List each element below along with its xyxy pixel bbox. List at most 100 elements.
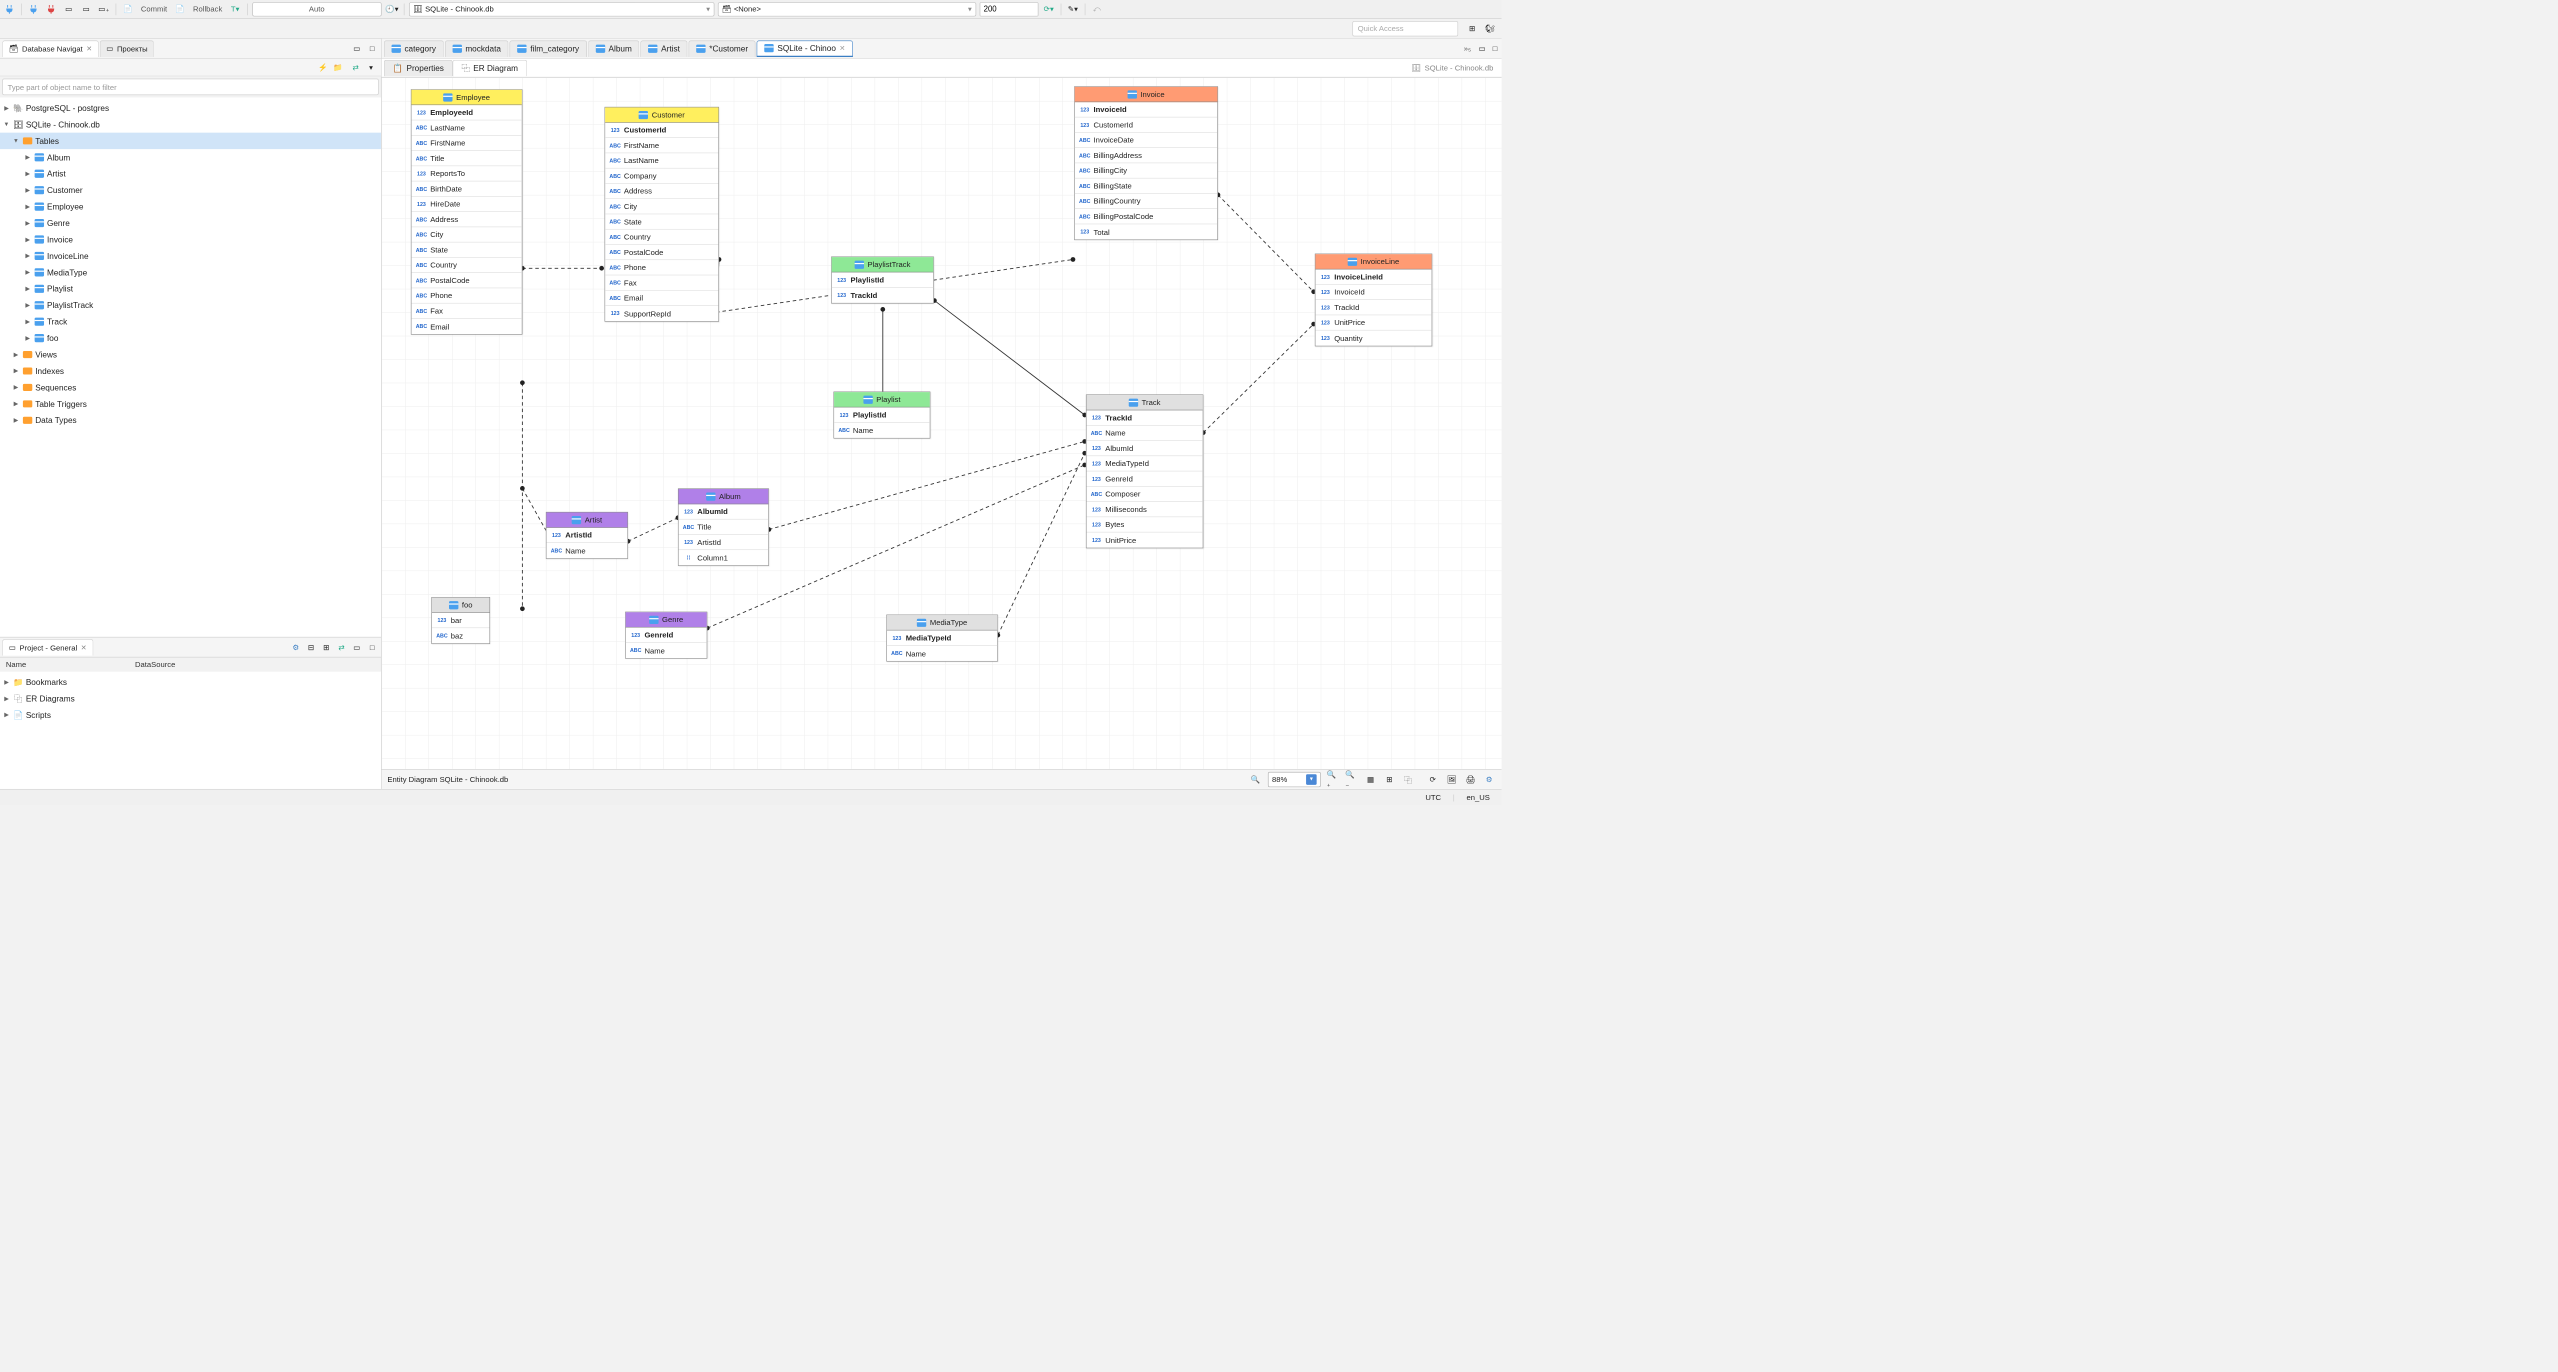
entity-mediatype[interactable]: MediaType123MediaTypeIdABCName xyxy=(886,615,998,662)
search-icon[interactable]: 🔍 xyxy=(1249,773,1262,786)
column-playlistid[interactable]: 123PlaylistId xyxy=(834,407,930,422)
column-invoiceid[interactable]: 123InvoiceId xyxy=(1315,285,1431,300)
column-mediatypeid[interactable]: 123MediaTypeId xyxy=(1087,456,1203,471)
column-artistid[interactable]: 123ArtistId xyxy=(679,535,769,550)
entity-header[interactable]: Album xyxy=(679,489,769,504)
er-canvas[interactable]: Employee123EmployeeIdABCLastNameABCFirst… xyxy=(382,77,1502,768)
tree-filter-input[interactable]: Type part of object name to filter xyxy=(2,79,378,95)
sql-editor-recent-icon[interactable]: ▭₊ xyxy=(97,2,111,16)
entity-foo[interactable]: foo123barABCbaz xyxy=(431,597,490,644)
column-title[interactable]: ABCTitle xyxy=(411,151,521,166)
column-phone[interactable]: ABCPhone xyxy=(605,260,718,275)
tree-node-table-customer[interactable]: ▶Customer xyxy=(0,182,381,198)
entity-header[interactable]: Employee xyxy=(411,90,521,105)
entity-invoice[interactable]: Invoice123InvoiceId123CustomerIdABCInvoi… xyxy=(1074,86,1218,240)
column-genreid[interactable]: 123GenreId xyxy=(1087,471,1203,486)
maximize-icon[interactable]: □ xyxy=(1489,42,1502,55)
result-limit-input[interactable] xyxy=(979,2,1038,16)
tab-project-general[interactable]: ▭ Project - General ✕ xyxy=(2,639,93,655)
column-albumid[interactable]: 123AlbumId xyxy=(1087,441,1203,456)
column-column1[interactable]: ⁞⁞Column1 xyxy=(679,550,769,565)
entity-invoiceline[interactable]: InvoiceLine123InvoiceLineId123InvoiceId1… xyxy=(1315,254,1432,347)
column-name[interactable]: ABCName xyxy=(834,423,930,438)
column-country[interactable]: ABCCountry xyxy=(605,230,718,245)
minimize-icon[interactable]: ▭ xyxy=(350,641,363,654)
tree-node-table-playlist[interactable]: ▶Playlist xyxy=(0,281,381,297)
entity-header[interactable]: PlaylistTrack xyxy=(832,257,934,272)
column-address[interactable]: ABCAddress xyxy=(411,212,521,227)
column-city[interactable]: ABCCity xyxy=(605,199,718,214)
subtab-properties[interactable]: 📋Properties xyxy=(384,60,453,76)
revert-icon[interactable]: ⤺ xyxy=(1090,2,1104,16)
dbeaver-perspective-icon[interactable]: 🐿 xyxy=(1483,21,1497,35)
tree-node-table-track[interactable]: ▶Track xyxy=(0,313,381,329)
column-state[interactable]: ABCState xyxy=(411,242,521,257)
timezone-label[interactable]: UTC xyxy=(1425,793,1441,802)
column-unitprice[interactable]: 123UnitPrice xyxy=(1087,532,1203,547)
editor-tab-album[interactable]: Album xyxy=(588,40,639,56)
entity-header[interactable]: Playlist xyxy=(834,392,930,407)
column-city[interactable]: ABCCity xyxy=(411,227,521,242)
tree-node-table-artist[interactable]: ▶Artist xyxy=(0,166,381,182)
column-supportrepid[interactable]: 123SupportRepId xyxy=(605,306,718,321)
tree-node-table-mediatype[interactable]: ▶MediaType xyxy=(0,264,381,280)
link-icon[interactable]: ⇄ xyxy=(335,641,348,654)
column-albumid[interactable]: 123AlbumId xyxy=(679,504,769,519)
close-icon[interactable]: ✕ xyxy=(86,45,92,53)
entity-customer[interactable]: Customer123CustomerIdABCFirstNameABCLast… xyxy=(605,107,719,322)
minimize-icon[interactable]: ▭ xyxy=(1476,42,1489,55)
column-name[interactable]: ABCName xyxy=(1087,426,1203,441)
tree-node-sequences[interactable]: ▶Sequences xyxy=(0,379,381,395)
quick-access-input[interactable]: Quick Access xyxy=(1352,21,1458,36)
entity-header[interactable]: Invoice xyxy=(1075,87,1218,102)
entity-album[interactable]: Album123AlbumIdABCTitle123ArtistId⁞⁞Colu… xyxy=(678,488,769,565)
history-icon[interactable]: 🕘▾ xyxy=(385,2,399,16)
column-trackid[interactable]: 123TrackId xyxy=(832,288,934,303)
column-mediatypeid[interactable]: 123MediaTypeId xyxy=(887,630,997,645)
zoom-out-icon[interactable]: 🔍₋ xyxy=(1345,773,1358,786)
column-billingpostalcode[interactable]: ABCBillingPostalCode xyxy=(1075,209,1218,224)
collapse-icon[interactable]: ⊟ xyxy=(305,641,318,654)
tree-node-sqlite[interactable]: ▼🗄SQLite - Chinook.db xyxy=(0,116,381,132)
editor-tab-sqlitechinoo[interactable]: SQLite - Chinoo✕ xyxy=(757,40,853,56)
sql-editor-icon[interactable]: ▭ xyxy=(62,2,76,16)
entity-track[interactable]: Track123TrackIdABCName123AlbumId123Media… xyxy=(1086,394,1203,548)
column-bar[interactable]: 123bar xyxy=(432,613,490,628)
export-icon[interactable]: 🖼 xyxy=(1445,773,1458,786)
tree-node-table-album[interactable]: ▶Album xyxy=(0,149,381,165)
tree-node-indexes[interactable]: ▶Indexes xyxy=(0,363,381,379)
tree-node-table-employee[interactable]: ▶Employee xyxy=(0,198,381,214)
grid-icon[interactable]: ⊞ xyxy=(1383,773,1396,786)
tree-node-views[interactable]: ▶Views xyxy=(0,346,381,362)
menu-tb-icon[interactable]: ▾ xyxy=(365,61,378,74)
column-country[interactable]: ABCCountry xyxy=(411,258,521,273)
column-hiredate[interactable]: 123HireDate xyxy=(411,197,521,212)
column-baz[interactable]: ABCbaz xyxy=(432,628,490,643)
column-lastname[interactable]: ABCLastName xyxy=(605,153,718,168)
entity-header[interactable]: Artist xyxy=(546,512,627,527)
print-icon[interactable]: 🖨 xyxy=(1464,773,1477,786)
maximize-icon[interactable]: □ xyxy=(366,42,379,55)
settings-icon[interactable]: ⚙ xyxy=(1483,773,1496,786)
locale-label[interactable]: en_US xyxy=(1466,793,1489,802)
tab-projects[interactable]: ▭ Проекты xyxy=(100,40,154,56)
column-billingcountry[interactable]: ABCBillingCountry xyxy=(1075,194,1218,209)
editor-tab-filmcategory[interactable]: film_category xyxy=(510,40,587,56)
entity-header[interactable]: InvoiceLine xyxy=(1315,254,1431,269)
rollback-icon[interactable]: 📄 xyxy=(173,2,187,16)
column-address[interactable]: ABCAddress xyxy=(605,184,718,199)
close-icon[interactable]: ✕ xyxy=(81,643,87,651)
column-postalcode[interactable]: ABCPostalCode xyxy=(411,273,521,288)
column-invoicelineid[interactable]: 123InvoiceLineId xyxy=(1315,269,1431,284)
connect-tb-icon[interactable]: ⚡ xyxy=(316,61,329,74)
tx-mode-icon[interactable]: T▾ xyxy=(228,2,242,16)
project-item-er-diagrams[interactable]: ▶⿻ER Diagrams xyxy=(0,690,381,706)
column-trackid[interactable]: 123TrackId xyxy=(1087,410,1203,425)
editor-tab-category[interactable]: category xyxy=(384,40,444,56)
entity-playlist[interactable]: Playlist123PlaylistIdABCName xyxy=(834,392,931,439)
editor-tab-mockdata[interactable]: mockdata xyxy=(445,40,509,56)
entity-header[interactable]: MediaType xyxy=(887,615,997,630)
column-state[interactable]: ABCState xyxy=(605,214,718,229)
column-fax[interactable]: ABCFax xyxy=(411,303,521,318)
commit-icon[interactable]: 📄 xyxy=(121,2,135,16)
